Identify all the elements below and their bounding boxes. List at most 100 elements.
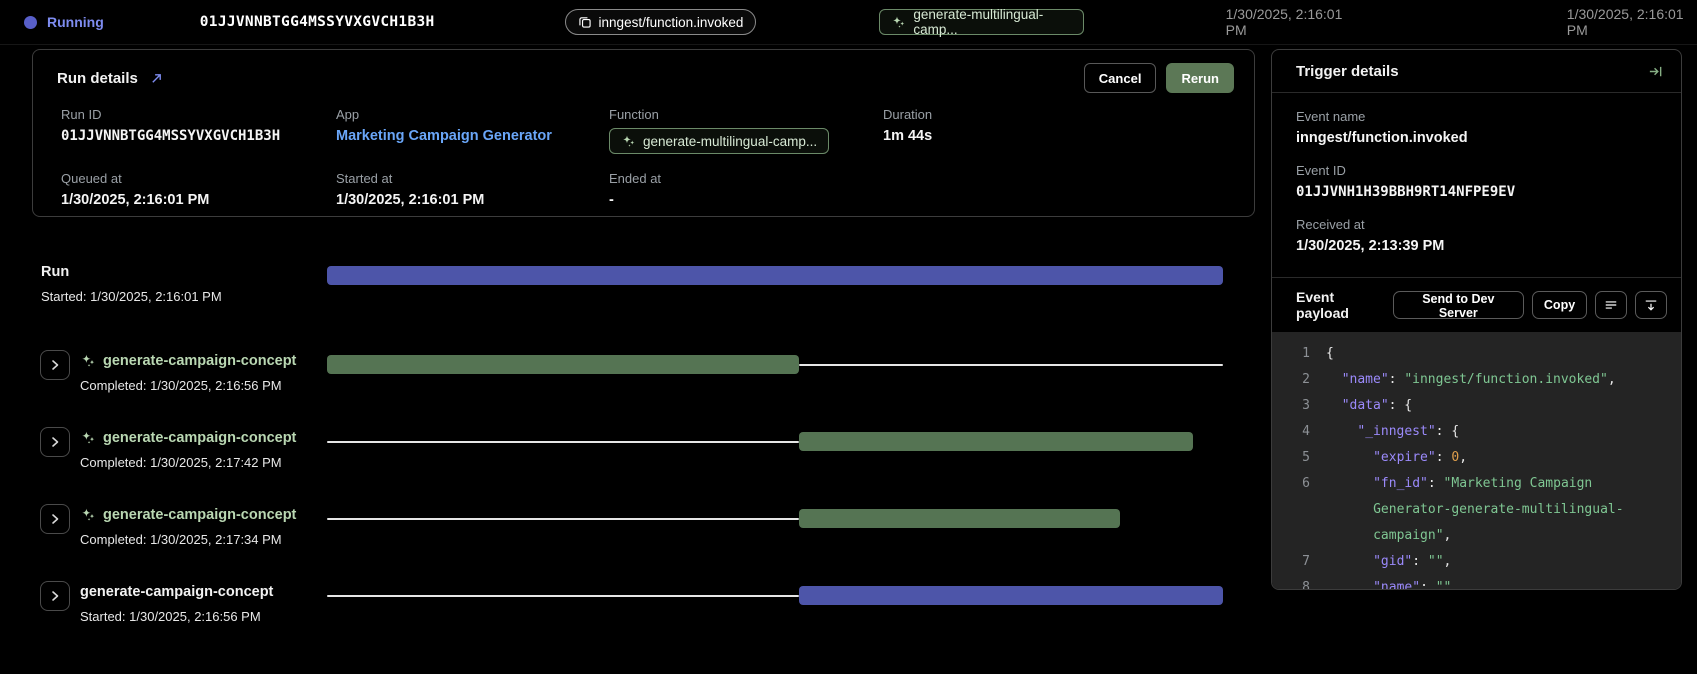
event-name-value: inngest/function.invoked	[1296, 130, 1657, 146]
timeline-bar-green[interactable]	[799, 509, 1120, 528]
step-status: Completed: 1/30/2025, 2:17:34 PM	[80, 532, 296, 547]
queued-at-field: Queued at 1/30/2025, 2:16:01 PM	[61, 171, 336, 208]
event-id-value: 01JJVNH1H39BBH9RT14NFPE9EV	[1296, 184, 1657, 200]
function-badge-label: generate-multilingual-camp...	[643, 134, 817, 149]
timeline-row-label: generate-campaign-concept Completed: 1/30…	[32, 504, 327, 547]
scroll-to-bottom-button[interactable]	[1635, 291, 1667, 319]
event-badge[interactable]: inngest/function.invoked	[565, 9, 757, 35]
wrap-lines-button[interactable]	[1595, 291, 1627, 319]
event-id-label: Event ID	[1296, 163, 1657, 178]
received-at-value: 1/30/2025, 2:13:39 PM	[1296, 238, 1657, 254]
queued-at-label: Queued at	[61, 171, 336, 186]
code-text: "data": {	[1326, 393, 1673, 419]
code-text: "_inngest": {	[1326, 419, 1673, 445]
line-number: 8	[1272, 575, 1310, 589]
timeline: RunStarted: 1/30/2025, 2:16:01 PM generat…	[32, 261, 1255, 624]
code-text: "gid": "",	[1326, 549, 1673, 575]
timeline-row-label: generate-campaign-conceptCompleted: 1/30…	[32, 350, 327, 393]
ended-at-value: -	[609, 192, 883, 208]
event-payload-code[interactable]: 1{2"name": "inngest/function.invoked",3"…	[1272, 332, 1681, 589]
event-name-label: Event name	[1296, 109, 1657, 124]
function-badge-topbar[interactable]: generate-multilingual-camp...	[879, 9, 1083, 35]
timeline-row-text: generate-campaign-conceptCompleted: 1/30…	[80, 350, 296, 393]
step-status: Started: 1/30/2025, 2:16:56 PM	[80, 609, 273, 624]
step-name: Run	[41, 264, 69, 280]
line-number: 2	[1272, 367, 1310, 393]
app-field: App Marketing Campaign Generator	[336, 107, 609, 154]
chevron-right-icon	[50, 359, 60, 371]
event-id-field: Event ID 01JJVNH1H39BBH9RT14NFPE9EV	[1296, 163, 1657, 200]
duration-value: 1m 44s	[883, 128, 1234, 144]
copy-button[interactable]: Copy	[1532, 291, 1587, 319]
function-field: Function generate-multilingual-camp...	[609, 107, 883, 154]
code-line: 7 "gid": "",	[1272, 549, 1681, 575]
timeline-bar-green[interactable]	[799, 432, 1193, 451]
code-line: 1{	[1272, 341, 1681, 367]
timeline-row-track	[327, 263, 1223, 291]
ended-at-field: Ended at -	[609, 171, 883, 208]
run-details-header: Run details Cancel Rerun	[33, 50, 1254, 93]
trigger-fields: Event name inngest/function.invoked Even…	[1272, 93, 1681, 277]
received-at-field: Received at 1/30/2025, 2:13:39 PM	[1296, 217, 1657, 254]
topbar-run-id: 01JJVNNBTGG4MSSYVXGVCH1B3H	[200, 14, 435, 30]
timeline-row-step[interactable]: generate-campaign-conceptCompleted: 1/30…	[32, 350, 1255, 393]
timeline-row-track	[327, 583, 1223, 611]
run-details-title: Run details	[57, 70, 138, 87]
run-id-value: 01JJVNNBTGG4MSSYVXGVCH1B3H	[61, 128, 336, 144]
ai-sparkles-icon	[80, 507, 96, 523]
ai-sparkles-icon	[80, 430, 96, 446]
function-label: Function	[609, 107, 883, 122]
rerun-button[interactable]: Rerun	[1166, 63, 1234, 93]
timeline-row-step[interactable]: generate-campaign-concept Completed: 1/30…	[32, 504, 1255, 547]
run-column: Run details Cancel Rerun Run ID 01JJVNNB…	[32, 49, 1255, 658]
code-text: "name": "",	[1326, 575, 1673, 589]
line-number: 5	[1272, 445, 1310, 471]
code-line: 8 "name": "",	[1272, 575, 1681, 589]
step-name: generate-campaign-concept	[103, 507, 296, 523]
timeline-row-text: RunStarted: 1/30/2025, 2:16:01 PM	[41, 261, 222, 304]
expand-step-button[interactable]	[40, 427, 70, 457]
step-status: Completed: 1/30/2025, 2:17:42 PM	[80, 455, 296, 470]
timeline-row-step[interactable]: generate-campaign-conceptCompleted: 1/30…	[32, 427, 1255, 470]
main-content: Run details Cancel Rerun Run ID 01JJVNNB…	[0, 45, 1697, 658]
timeline-bar-blue[interactable]	[327, 266, 1223, 285]
timeline-row-step[interactable]: generate-campaign-conceptStarted: 1/30/2…	[32, 581, 1255, 624]
expand-step-button[interactable]	[40, 581, 70, 611]
expand-step-button[interactable]	[40, 350, 70, 380]
started-at-field: Started at 1/30/2025, 2:16:01 PM	[336, 171, 609, 208]
scroll-to-bottom-icon	[1644, 298, 1658, 312]
timeline-row-label: generate-campaign-conceptStarted: 1/30/2…	[32, 581, 327, 624]
line-number: 7	[1272, 549, 1310, 575]
code-text: "expire": 0,	[1326, 445, 1673, 471]
function-badge[interactable]: generate-multilingual-camp...	[609, 128, 829, 154]
line-number: 1	[1272, 341, 1310, 367]
send-to-dev-server-button[interactable]: Send to Dev Server	[1393, 291, 1524, 319]
collapse-panel-icon[interactable]	[1648, 64, 1663, 79]
align-left-lines-icon	[1604, 298, 1618, 312]
expand-step-button[interactable]	[40, 504, 70, 534]
event-payload-title: Event payload	[1296, 289, 1385, 321]
timeline-bar-blue[interactable]	[799, 586, 1223, 605]
topbar-queued-timestamp: 1/30/2025, 2:16:01 PM	[1226, 6, 1356, 38]
app-label: App	[336, 107, 609, 122]
timeline-row-track	[327, 429, 1223, 457]
timeline-row-text: generate-campaign-conceptStarted: 1/30/2…	[80, 581, 273, 624]
code-text: "name": "inngest/function.invoked",	[1326, 367, 1673, 393]
queued-at-value: 1/30/2025, 2:16:01 PM	[61, 192, 336, 208]
trigger-details-title: Trigger details	[1296, 63, 1399, 80]
app-link[interactable]: Marketing Campaign Generator	[336, 128, 609, 144]
chevron-right-icon	[50, 436, 60, 448]
timeline-bar-green[interactable]	[327, 355, 799, 374]
line-number: 6	[1272, 471, 1310, 549]
step-name: generate-campaign-concept	[103, 353, 296, 369]
timeline-row-text: generate-campaign-conceptCompleted: 1/30…	[80, 427, 296, 470]
ai-sparkles-icon	[80, 353, 96, 369]
external-link-icon[interactable]	[150, 72, 163, 85]
received-at-label: Received at	[1296, 217, 1657, 232]
duration-label: Duration	[883, 107, 1234, 122]
running-status-icon	[24, 16, 37, 29]
cancel-button[interactable]: Cancel	[1084, 63, 1157, 93]
event-name-field: Event name inngest/function.invoked	[1296, 109, 1657, 146]
copy-squares-icon	[578, 15, 592, 29]
timeline-row-run[interactable]: RunStarted: 1/30/2025, 2:16:01 PM	[32, 261, 1255, 304]
